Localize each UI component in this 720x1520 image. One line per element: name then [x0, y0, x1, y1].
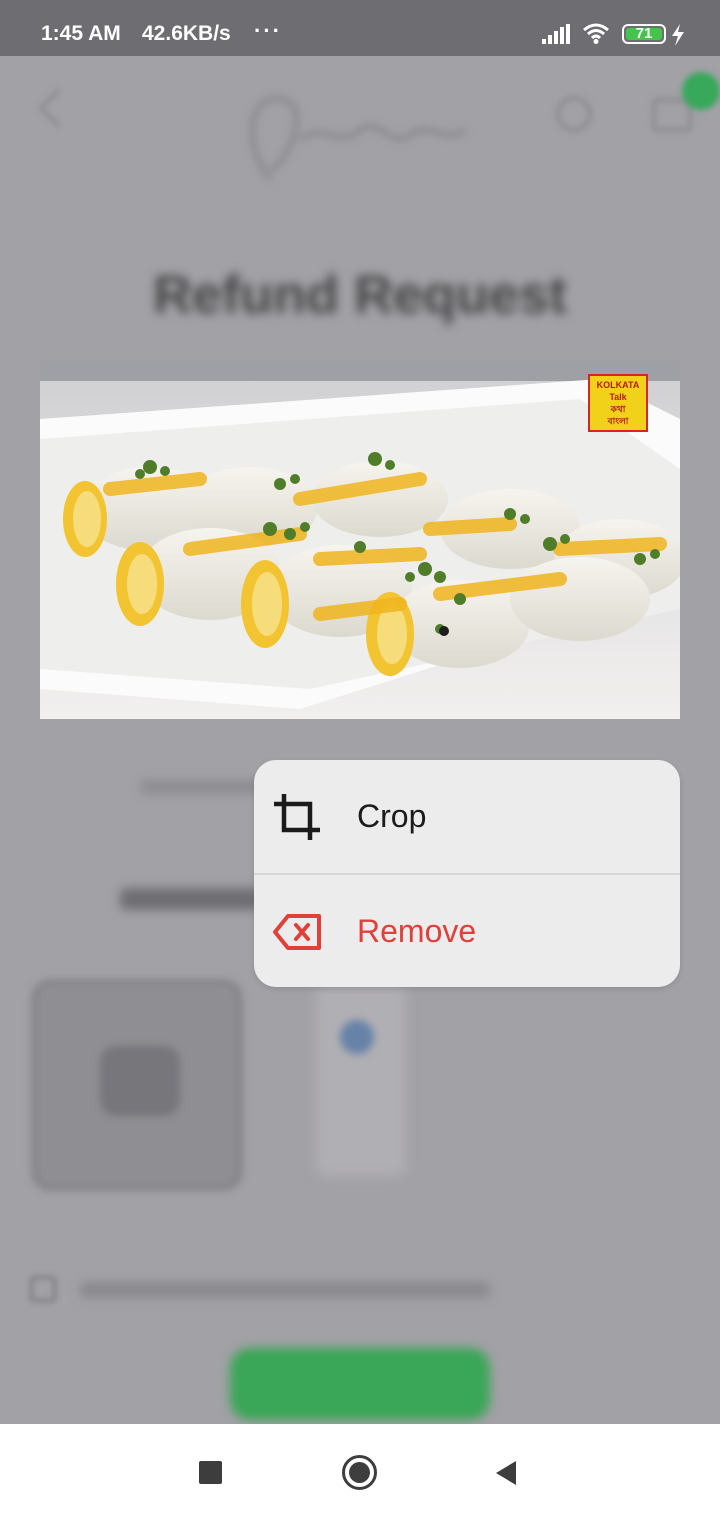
charging-icon	[672, 24, 684, 46]
status-network-speed: 42.6KB/s	[142, 22, 231, 45]
status-time: 1:45 AM	[41, 22, 121, 45]
camera-icon	[100, 1046, 180, 1116]
battery-icon: 71	[622, 24, 666, 44]
watermark-line: কথা	[610, 404, 626, 414]
crop-icon	[274, 794, 320, 840]
crop-label: Crop	[357, 798, 427, 834]
submit-button	[230, 1348, 490, 1420]
cart-badge	[682, 72, 720, 110]
battery-level-text: 71	[635, 25, 653, 42]
preview-image: KOLKATA Talk কথা বাংলা	[40, 359, 680, 719]
blurred-text-line	[120, 888, 260, 910]
wifi-icon	[583, 23, 609, 44]
home-circle-inner	[349, 1462, 370, 1483]
brand-logo	[249, 96, 467, 182]
watermark-logo: KOLKATA Talk কথা বাংলা	[588, 374, 648, 432]
system-nav-bar	[0, 1424, 720, 1520]
back-triangle-icon[interactable]	[494, 1459, 518, 1487]
thumbnail-badge	[340, 1020, 374, 1054]
back-arrow-icon	[38, 88, 78, 128]
image-options-menu: Crop Remove	[254, 760, 680, 987]
uploaded-thumbnail	[316, 986, 406, 1176]
home-circle-icon[interactable]	[342, 1455, 377, 1490]
watermark-line: বাংলা	[607, 416, 629, 426]
background-page: Refund Request	[0, 56, 720, 1424]
crop-menu-item[interactable]: Crop	[254, 760, 680, 873]
confirm-checkbox	[30, 1276, 56, 1302]
search-icon	[556, 96, 592, 132]
remove-menu-item[interactable]: Remove	[254, 873, 680, 986]
blurred-text-line	[80, 1282, 490, 1298]
watermark-line: Talk	[609, 392, 627, 402]
food-photo	[40, 359, 680, 719]
status-bar: 1:45 AM 42.6KB/s ··· 71	[0, 0, 720, 56]
status-more-indicator: ···	[254, 18, 282, 43]
signal-icon	[542, 24, 570, 44]
watermark-line: KOLKATA	[596, 380, 640, 390]
page-title: Refund Request	[152, 265, 568, 325]
recents-square-icon[interactable]	[199, 1461, 222, 1484]
remove-label: Remove	[357, 913, 477, 949]
backspace-x-icon	[273, 914, 321, 950]
